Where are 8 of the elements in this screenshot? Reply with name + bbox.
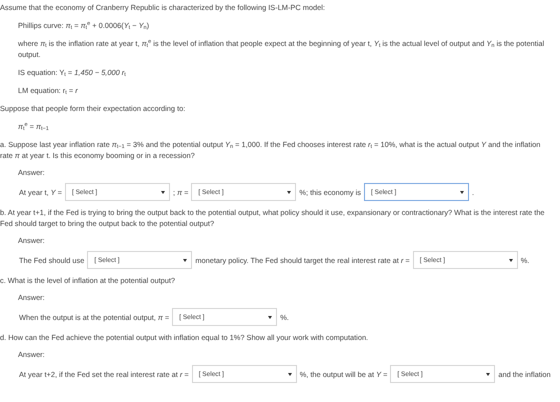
caret-icon — [508, 258, 513, 262]
caret-icon — [183, 258, 188, 262]
caret-icon — [287, 190, 292, 194]
caret-icon — [288, 372, 292, 376]
caret-icon — [160, 190, 165, 194]
caret-icon — [460, 190, 464, 194]
caret-icon — [268, 316, 272, 318]
caret-icon — [486, 372, 490, 376]
